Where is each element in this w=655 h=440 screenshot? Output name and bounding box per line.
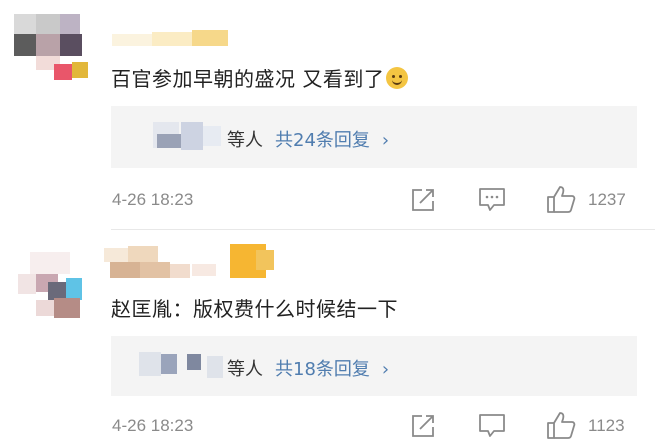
- reply-summary[interactable]: 等人 共18条回复 ›: [227, 355, 389, 381]
- comment-text: 赵匡胤：版权费什么时候结一下: [111, 297, 398, 321]
- reply-summary[interactable]: 等人 共24条回复 ›: [227, 126, 389, 152]
- doge-emoji-icon: [386, 67, 409, 89]
- nickname-blurred[interactable]: [104, 244, 282, 282]
- reply-preview[interactable]: 等人 共18条回复 ›: [111, 336, 637, 396]
- avatar[interactable]: [14, 252, 90, 322]
- reply-avatars-blurred: [131, 348, 223, 382]
- like-count: 1123: [588, 416, 625, 435]
- reply-users-label: 等人: [227, 130, 263, 151]
- comment-icon[interactable]: [478, 413, 506, 439]
- nickname-blurred[interactable]: [112, 30, 228, 48]
- comment-time: 4-26 18:23: [112, 416, 194, 435]
- chevron-right-icon: ›: [381, 359, 390, 380]
- like-count: 1237: [588, 190, 626, 209]
- comment-text: 百官参加早朝的盛况 又看到了: [111, 63, 409, 92]
- thumbs-up-icon[interactable]: [546, 410, 576, 440]
- comment-icon[interactable]: [478, 187, 506, 213]
- divider: [111, 229, 655, 230]
- reply-preview[interactable]: 等人 共24条回复 ›: [111, 106, 637, 168]
- reply-count-link[interactable]: 共24条回复: [275, 130, 370, 151]
- share-icon[interactable]: [410, 413, 436, 439]
- reply-count-link[interactable]: 共18条回复: [275, 359, 370, 380]
- thumbs-up-icon[interactable]: [546, 184, 576, 214]
- share-icon[interactable]: [410, 187, 436, 213]
- comment-time: 4-26 18:23: [112, 190, 194, 209]
- avatar[interactable]: [14, 14, 90, 86]
- reply-users-label: 等人: [227, 359, 263, 380]
- reply-avatars-blurred: [131, 118, 223, 152]
- chevron-right-icon: ›: [381, 130, 390, 151]
